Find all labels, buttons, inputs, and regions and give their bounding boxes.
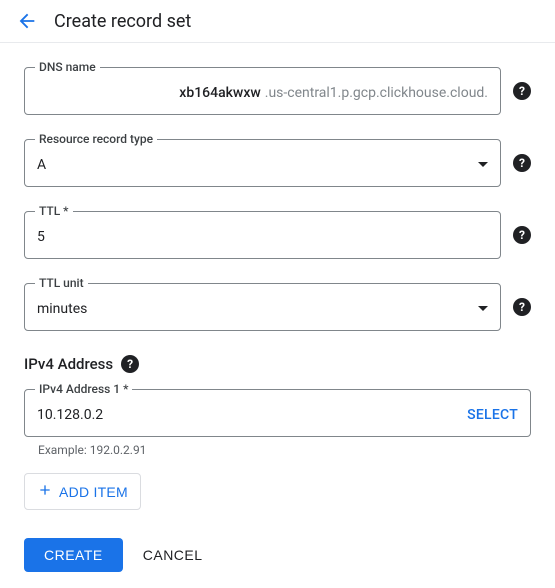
help-icon[interactable]: ? <box>121 355 139 373</box>
create-button[interactable]: CREATE <box>24 538 123 572</box>
plus-icon <box>37 482 53 501</box>
ipv4-section-title: IPv4 Address <box>24 355 113 373</box>
cancel-button[interactable]: CANCEL <box>143 547 203 563</box>
ipv4-address-label: IPv4 Address 1 * <box>35 382 132 396</box>
help-icon[interactable]: ? <box>513 226 531 244</box>
help-icon[interactable]: ? <box>513 298 531 316</box>
dns-name-field[interactable]: DNS name xb164akwxw .us-central1.p.gcp.c… <box>24 67 501 115</box>
select-button[interactable]: SELECT <box>467 407 518 423</box>
ipv4-address-input[interactable] <box>37 407 467 423</box>
dns-name-suffix: .us-central1.p.gcp.clickhouse.cloud. <box>265 85 488 101</box>
ttl-unit-value: minutes <box>37 301 87 317</box>
page-title: Create record set <box>54 11 191 32</box>
dns-name-value: xb164akwxw <box>179 85 260 101</box>
ipv4-hint: Example: 192.0.2.91 <box>38 443 531 457</box>
help-icon[interactable]: ? <box>513 154 531 172</box>
ttl-field[interactable]: TTL * <box>24 211 501 259</box>
dns-name-label: DNS name <box>35 60 100 74</box>
ttl-input[interactable] <box>37 229 488 245</box>
help-icon[interactable]: ? <box>513 82 531 100</box>
chevron-down-icon <box>478 162 488 168</box>
chevron-down-icon <box>478 306 488 312</box>
ttl-unit-select[interactable]: TTL unit minutes <box>24 283 501 331</box>
record-type-value: A <box>37 157 46 173</box>
record-type-select[interactable]: Resource record type A <box>24 139 501 187</box>
record-type-label: Resource record type <box>35 132 157 146</box>
back-arrow-icon[interactable] <box>16 10 38 32</box>
ipv4-address-field[interactable]: IPv4 Address 1 * SELECT <box>24 389 531 437</box>
ttl-label: TTL * <box>35 204 73 218</box>
ttl-unit-label: TTL unit <box>35 276 88 290</box>
add-item-label: ADD ITEM <box>59 484 128 500</box>
add-item-button[interactable]: ADD ITEM <box>24 473 141 510</box>
